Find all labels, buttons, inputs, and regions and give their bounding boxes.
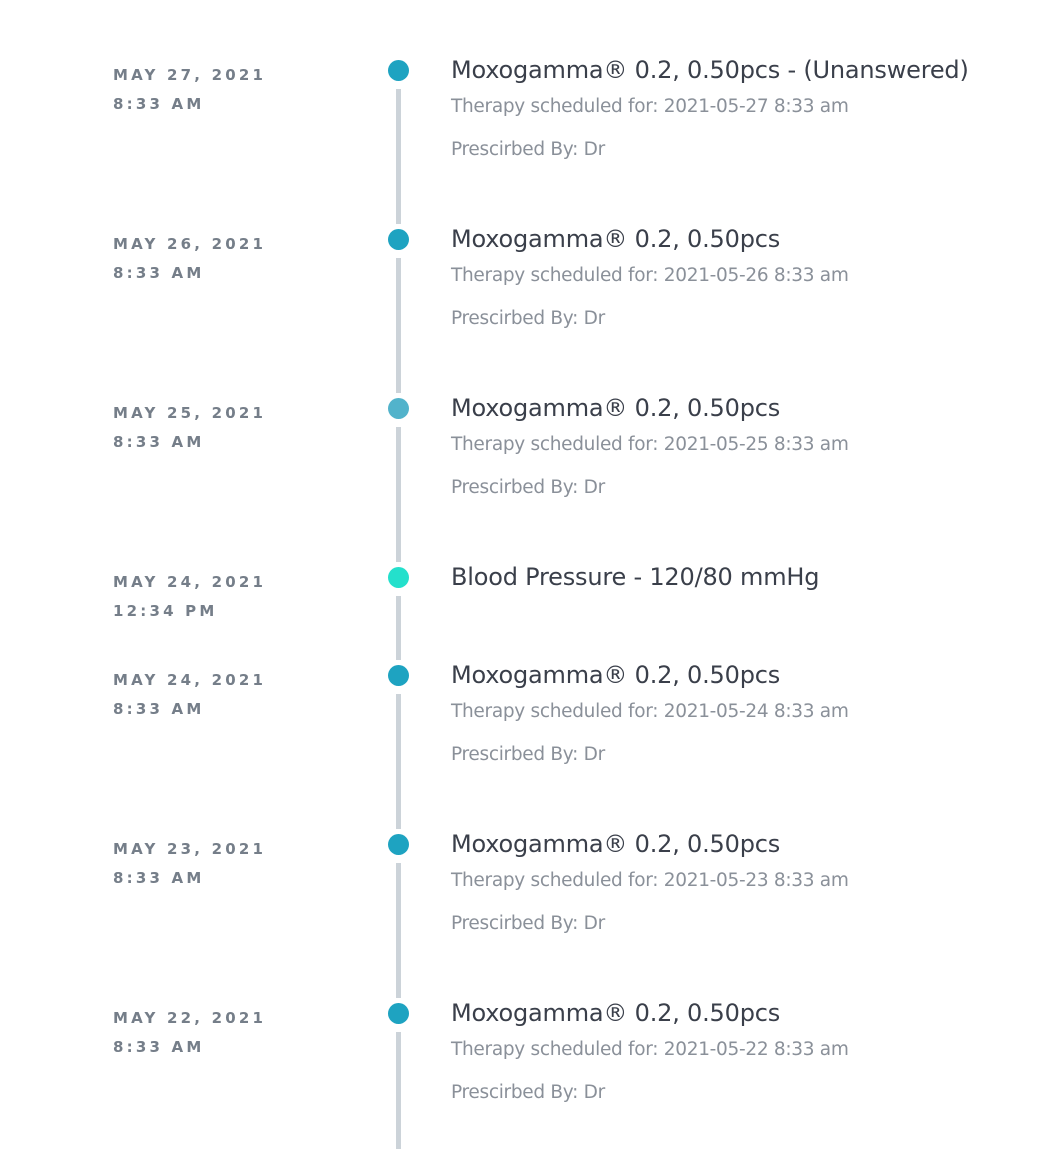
- entry-prescriber: Prescirbed By: Dr: [451, 1082, 605, 1103]
- entry-date: MAY 22, 2021: [113, 1009, 267, 1027]
- entry-datetime: MAY 24, 2021 12:34 PM: [113, 568, 313, 626]
- timeline-connector: [396, 427, 401, 562]
- timeline-dot-icon: [388, 834, 409, 855]
- entry-schedule: Therapy scheduled for: 2021-05-27 8:33 a…: [451, 96, 849, 117]
- entry-content: Moxogamma® 0.2, 0.50pcs - (Unanswered) T…: [451, 55, 1036, 161]
- entry-time: 8:33 AM: [113, 433, 205, 451]
- entry-schedule: Therapy scheduled for: 2021-05-26 8:33 a…: [451, 265, 849, 286]
- entry-date: MAY 24, 2021: [113, 671, 267, 689]
- entry-title[interactable]: Moxogamma® 0.2, 0.50pcs: [451, 393, 1036, 423]
- entry-content: Moxogamma® 0.2, 0.50pcs Therapy schedule…: [451, 393, 1036, 499]
- entry-prescriber: Prescirbed By: Dr: [451, 308, 605, 329]
- entry-title[interactable]: Moxogamma® 0.2, 0.50pcs: [451, 998, 1036, 1028]
- entry-title[interactable]: Moxogamma® 0.2, 0.50pcs - (Unanswered): [451, 55, 1036, 85]
- timeline-dot-icon: [388, 1003, 409, 1024]
- entry-date: MAY 26, 2021: [113, 235, 267, 253]
- entry-time: 8:33 AM: [113, 1038, 205, 1056]
- entry-prescriber: Prescirbed By: Dr: [451, 913, 605, 934]
- entry-prescriber: Prescirbed By: Dr: [451, 139, 605, 160]
- entry-time: 8:33 AM: [113, 264, 205, 282]
- entry-datetime: MAY 22, 2021 8:33 AM: [113, 1004, 313, 1062]
- timeline: MAY 27, 2021 8:33 AM Moxogamma® 0.2, 0.5…: [0, 0, 1041, 1149]
- entry-time: 12:34 PM: [113, 602, 218, 620]
- timeline-dot-icon: [388, 229, 409, 250]
- timeline-dot-icon: [388, 665, 409, 686]
- entry-prescriber: Prescirbed By: Dr: [451, 477, 605, 498]
- entry-time: 8:33 AM: [113, 95, 205, 113]
- timeline-connector: [396, 89, 401, 224]
- entry-content: Moxogamma® 0.2, 0.50pcs Therapy schedule…: [451, 224, 1036, 330]
- entry-time: 8:33 AM: [113, 700, 205, 718]
- entry-datetime: MAY 25, 2021 8:33 AM: [113, 399, 313, 457]
- entry-schedule: Therapy scheduled for: 2021-05-25 8:33 a…: [451, 434, 849, 455]
- entry-schedule: Therapy scheduled for: 2021-05-22 8:33 a…: [451, 1039, 849, 1060]
- entry-content: Blood Pressure - 120/80 mmHg: [451, 562, 1036, 592]
- timeline-connector: [396, 258, 401, 393]
- entry-datetime: MAY 26, 2021 8:33 AM: [113, 230, 313, 288]
- timeline-connector: [396, 596, 401, 660]
- entry-title[interactable]: Moxogamma® 0.2, 0.50pcs: [451, 829, 1036, 859]
- timeline-connector: [396, 694, 401, 829]
- entry-time: 8:33 AM: [113, 869, 205, 887]
- entry-title[interactable]: Moxogamma® 0.2, 0.50pcs: [451, 224, 1036, 254]
- timeline-dot-icon: [388, 60, 409, 81]
- entry-prescriber: Prescirbed By: Dr: [451, 744, 605, 765]
- entry-datetime: MAY 24, 2021 8:33 AM: [113, 666, 313, 724]
- entry-date: MAY 23, 2021: [113, 840, 267, 858]
- entry-content: Moxogamma® 0.2, 0.50pcs Therapy schedule…: [451, 660, 1036, 766]
- entry-title[interactable]: Moxogamma® 0.2, 0.50pcs: [451, 660, 1036, 690]
- entry-date: MAY 24, 2021: [113, 573, 267, 591]
- entry-datetime: MAY 23, 2021 8:33 AM: [113, 835, 313, 893]
- timeline-connector: [396, 1032, 401, 1149]
- entry-schedule: Therapy scheduled for: 2021-05-24 8:33 a…: [451, 701, 849, 722]
- entry-datetime: MAY 27, 2021 8:33 AM: [113, 61, 313, 119]
- entry-content: Moxogamma® 0.2, 0.50pcs Therapy schedule…: [451, 829, 1036, 935]
- entry-content: Moxogamma® 0.2, 0.50pcs Therapy schedule…: [451, 998, 1036, 1104]
- entry-title[interactable]: Blood Pressure - 120/80 mmHg: [451, 562, 1036, 592]
- entry-date: MAY 25, 2021: [113, 404, 267, 422]
- timeline-dot-icon: [388, 567, 409, 588]
- entry-schedule: Therapy scheduled for: 2021-05-23 8:33 a…: [451, 870, 849, 891]
- timeline-connector: [396, 863, 401, 998]
- timeline-dot-icon: [388, 398, 409, 419]
- entry-date: MAY 27, 2021: [113, 66, 267, 84]
